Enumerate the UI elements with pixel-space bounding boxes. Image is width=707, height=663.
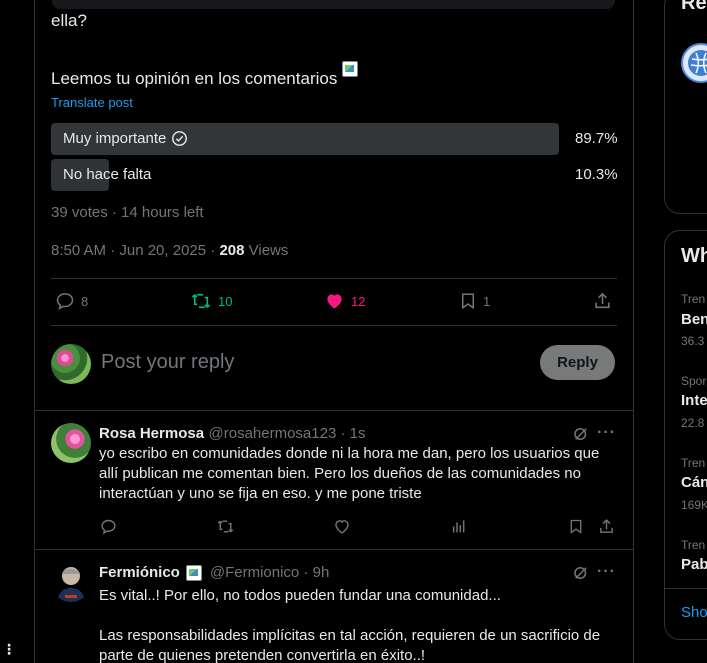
reply-line: interactúan y uno se fija en eso. y me p… [99,485,422,502]
reply-author-name[interactable]: Fermiónico [99,564,180,581]
bookmark-count: 1 [483,293,491,309]
trend-title[interactable]: Pab [681,556,707,573]
like-count: 12 [351,293,366,309]
heart-icon [324,291,345,311]
share-icon [593,291,612,311]
like-action[interactable] [333,518,351,535]
more-icon[interactable]: ··· [597,563,616,581]
trend-title[interactable]: Cán [681,474,707,491]
reply-line: parte de quienes pretenden convertirla e… [99,647,426,663]
sidebar-card-relevant [664,0,707,214]
reply-text: yo escribo en comunidades donde ni la ho… [99,444,599,504]
reply-icon [55,291,75,311]
share-action[interactable] [598,518,615,535]
repost-icon [216,518,235,535]
reply-text: Es vital..! Por ello, no todos pueden fu… [99,586,600,663]
share-action[interactable] [593,291,612,311]
divider [665,588,707,589]
reply-input[interactable]: Post your reply [101,351,234,374]
post-text-line1: ella? [51,11,87,30]
show-more-link[interactable]: Sho [681,604,707,621]
post-text: Leemos tu opinión en los comentarios [51,69,338,88]
divider [34,549,634,550]
reply-header: Fermiónico @Fermionico · 9h [99,564,329,581]
analytics-icon [451,518,467,535]
reply-line: Las responsabilidades implícitas en tal … [99,627,601,644]
quoted-media-edge [52,0,615,9]
reply-author-handle[interactable]: @rosahermosa123 · 1s [209,425,366,442]
reply-avatar[interactable] [51,423,91,463]
grok-icon[interactable] [571,425,591,443]
trend-category: Tren [681,538,706,552]
bookmark-icon [568,518,584,535]
views-count: 208 [219,242,245,259]
repost-icon [190,291,212,311]
trend-count: 22.8 [681,416,705,430]
reply-header: Rosa Hermosa @rosahermosa123 · 1s [99,425,365,443]
repost-count: 10 [218,293,233,309]
sidebar-card-title: Wh [681,245,707,267]
post-text-line2: Leemos tu opinión en los comentarios [51,61,359,89]
poll-option-2-percent: 10.3% [575,166,618,183]
broken-badge-image [185,564,202,581]
poll-option-1-percent: 89.7% [575,130,618,147]
poll-option-1: Muy importante [63,130,188,147]
reply-icon [100,518,117,535]
composer-avatar[interactable] [51,344,91,384]
check-circle-icon [171,130,188,147]
repost-action[interactable] [216,518,235,535]
divider [51,278,617,279]
reply-action[interactable]: 8 [55,291,88,311]
trend-count: 169K [681,498,707,512]
trend-category: Tren [681,292,706,306]
poll-option-1-label: Muy importante [63,130,167,147]
reply-author-name[interactable]: Rosa Hermosa [99,425,204,442]
bookmark-icon [459,291,477,311]
translate-post-link[interactable]: Translate post [51,95,133,110]
repost-action[interactable]: 10 [190,291,232,311]
reply-author-handle[interactable]: @Fermionico · 9h [210,564,329,581]
bookmark-action[interactable]: 1 [459,291,490,311]
timestamp-text[interactable]: 8:50 AM · Jun 20, 2025 · [51,242,219,259]
post-timestamp: 8:50 AM · Jun 20, 2025 · 208 Views [51,242,288,259]
reply-avatar[interactable] [51,562,91,602]
trend-count: 36.3 [681,334,705,348]
trend-title[interactable]: Inte [681,392,707,409]
poll-option-2-label: No hace falta [63,166,152,183]
broken-emoji-image [342,61,359,77]
reply-button[interactable]: Reply [540,345,615,380]
reply-line: yo escribo en comunidades donde ni la ho… [99,445,600,462]
views-label: Views [244,242,289,259]
reply-line [99,606,600,626]
reply-line: allí publican me comentan bien. Pero los… [99,465,581,482]
bookmark-action[interactable] [568,518,584,535]
heart-icon [333,518,351,535]
share-icon [598,518,615,535]
more-icon[interactable]: ··· [597,424,616,442]
more-menu-icon[interactable]: ⋮ [2,641,16,658]
analytics-action[interactable] [451,518,467,535]
reply-line: Es vital..! Por ello, no todos pueden fu… [99,587,501,604]
trend-category: Spor [681,374,707,388]
divider [51,325,617,326]
grok-icon[interactable] [571,564,591,582]
trend-category: Tren [681,456,706,470]
reply-count: 8 [81,293,89,309]
poll-meta: 39 votes · 14 hours left [51,204,204,221]
divider [34,410,634,411]
like-action[interactable]: 12 [324,291,365,311]
reply-action[interactable] [100,518,117,535]
trend-title[interactable]: Ben [681,311,707,328]
sidebar-card-title: Re [681,0,707,14]
